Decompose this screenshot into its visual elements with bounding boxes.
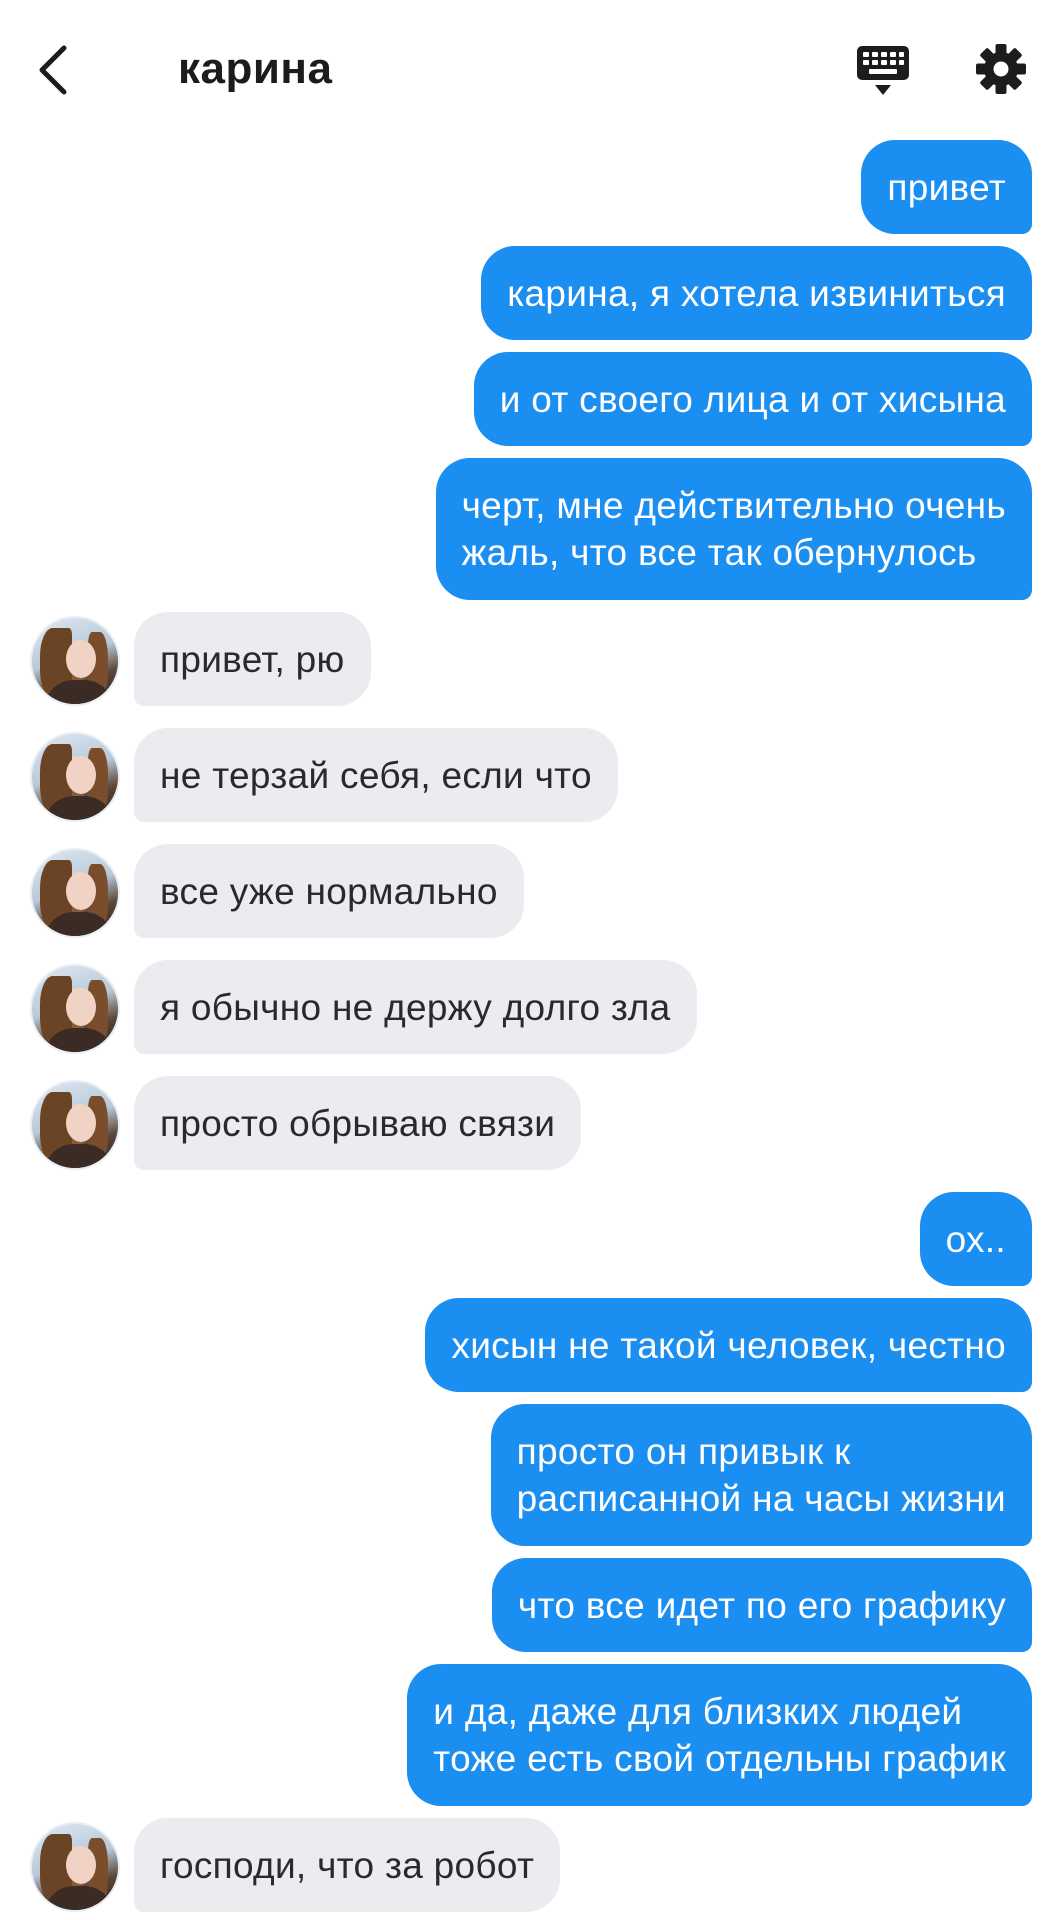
message-text: карина, я хотела извиниться <box>507 272 1006 314</box>
message-text: ох.. <box>945 1218 1006 1260</box>
message-text: хисын не такой человек, честно <box>451 1324 1006 1366</box>
message-thread: привет карина, я хотела извиниться и от … <box>0 0 1058 1920</box>
chat-screen: карина привет карина, я хотела извинитьс… <box>0 0 1058 1920</box>
incoming-message[interactable]: не терзай себя, если что <box>134 728 618 822</box>
incoming-message[interactable]: господи, что за робот <box>134 1818 561 1912</box>
outgoing-message[interactable]: карина, я хотела извиниться <box>481 246 1032 340</box>
message-text: привет <box>887 166 1006 208</box>
outgoing-message[interactable]: что все идет по его графику <box>491 1558 1032 1652</box>
message-text: что все идет по его графику <box>517 1584 1006 1626</box>
message-text: просто обрываю связи <box>160 1102 556 1144</box>
message-text-line: просто он привык к <box>516 1431 851 1472</box>
contact-avatar[interactable] <box>30 1822 120 1912</box>
message-text-line: жаль, что все так обернулось <box>461 532 977 573</box>
outgoing-message[interactable]: просто он привык к расписанной на часы ж… <box>490 1404 1032 1546</box>
incoming-message[interactable]: просто обрываю связи <box>134 1076 582 1170</box>
message-text-line: расписанной на часы жизни <box>516 1478 1006 1519</box>
incoming-message[interactable]: все уже нормально <box>134 844 524 938</box>
incoming-message[interactable]: привет, рю <box>134 612 371 706</box>
message-text-line: тоже есть свой отдельны график <box>433 1738 1006 1779</box>
message-text: я обычно не держу долго зла <box>160 986 671 1028</box>
message-text-line: черт, мне действительно очень <box>461 485 1006 526</box>
message-text: привет, рю <box>160 638 345 680</box>
incoming-message[interactable]: я обычно не держу долго зла <box>134 960 697 1054</box>
contact-avatar[interactable] <box>30 1080 120 1170</box>
message-text: и от своего лица и от хисына <box>499 378 1006 420</box>
message-text: господи, что за робот <box>160 1844 535 1886</box>
contact-avatar[interactable] <box>30 964 120 1054</box>
outgoing-message[interactable]: ох.. <box>919 1192 1032 1286</box>
contact-avatar[interactable] <box>30 848 120 938</box>
message-text-line: и да, даже для близких людей <box>433 1691 963 1732</box>
outgoing-message[interactable]: привет <box>861 140 1032 234</box>
contact-avatar[interactable] <box>30 732 120 822</box>
outgoing-message[interactable]: и от своего лица и от хисына <box>473 352 1032 446</box>
outgoing-message[interactable]: черт, мне действительно очень жаль, что … <box>435 458 1032 600</box>
outgoing-message[interactable]: хисын не такой человек, честно <box>425 1298 1032 1392</box>
message-text: все уже нормально <box>160 870 498 912</box>
contact-avatar[interactable] <box>30 616 120 706</box>
message-text: не терзай себя, если что <box>160 754 592 796</box>
outgoing-message[interactable]: и да, даже для близких людей тоже есть с… <box>407 1664 1032 1806</box>
